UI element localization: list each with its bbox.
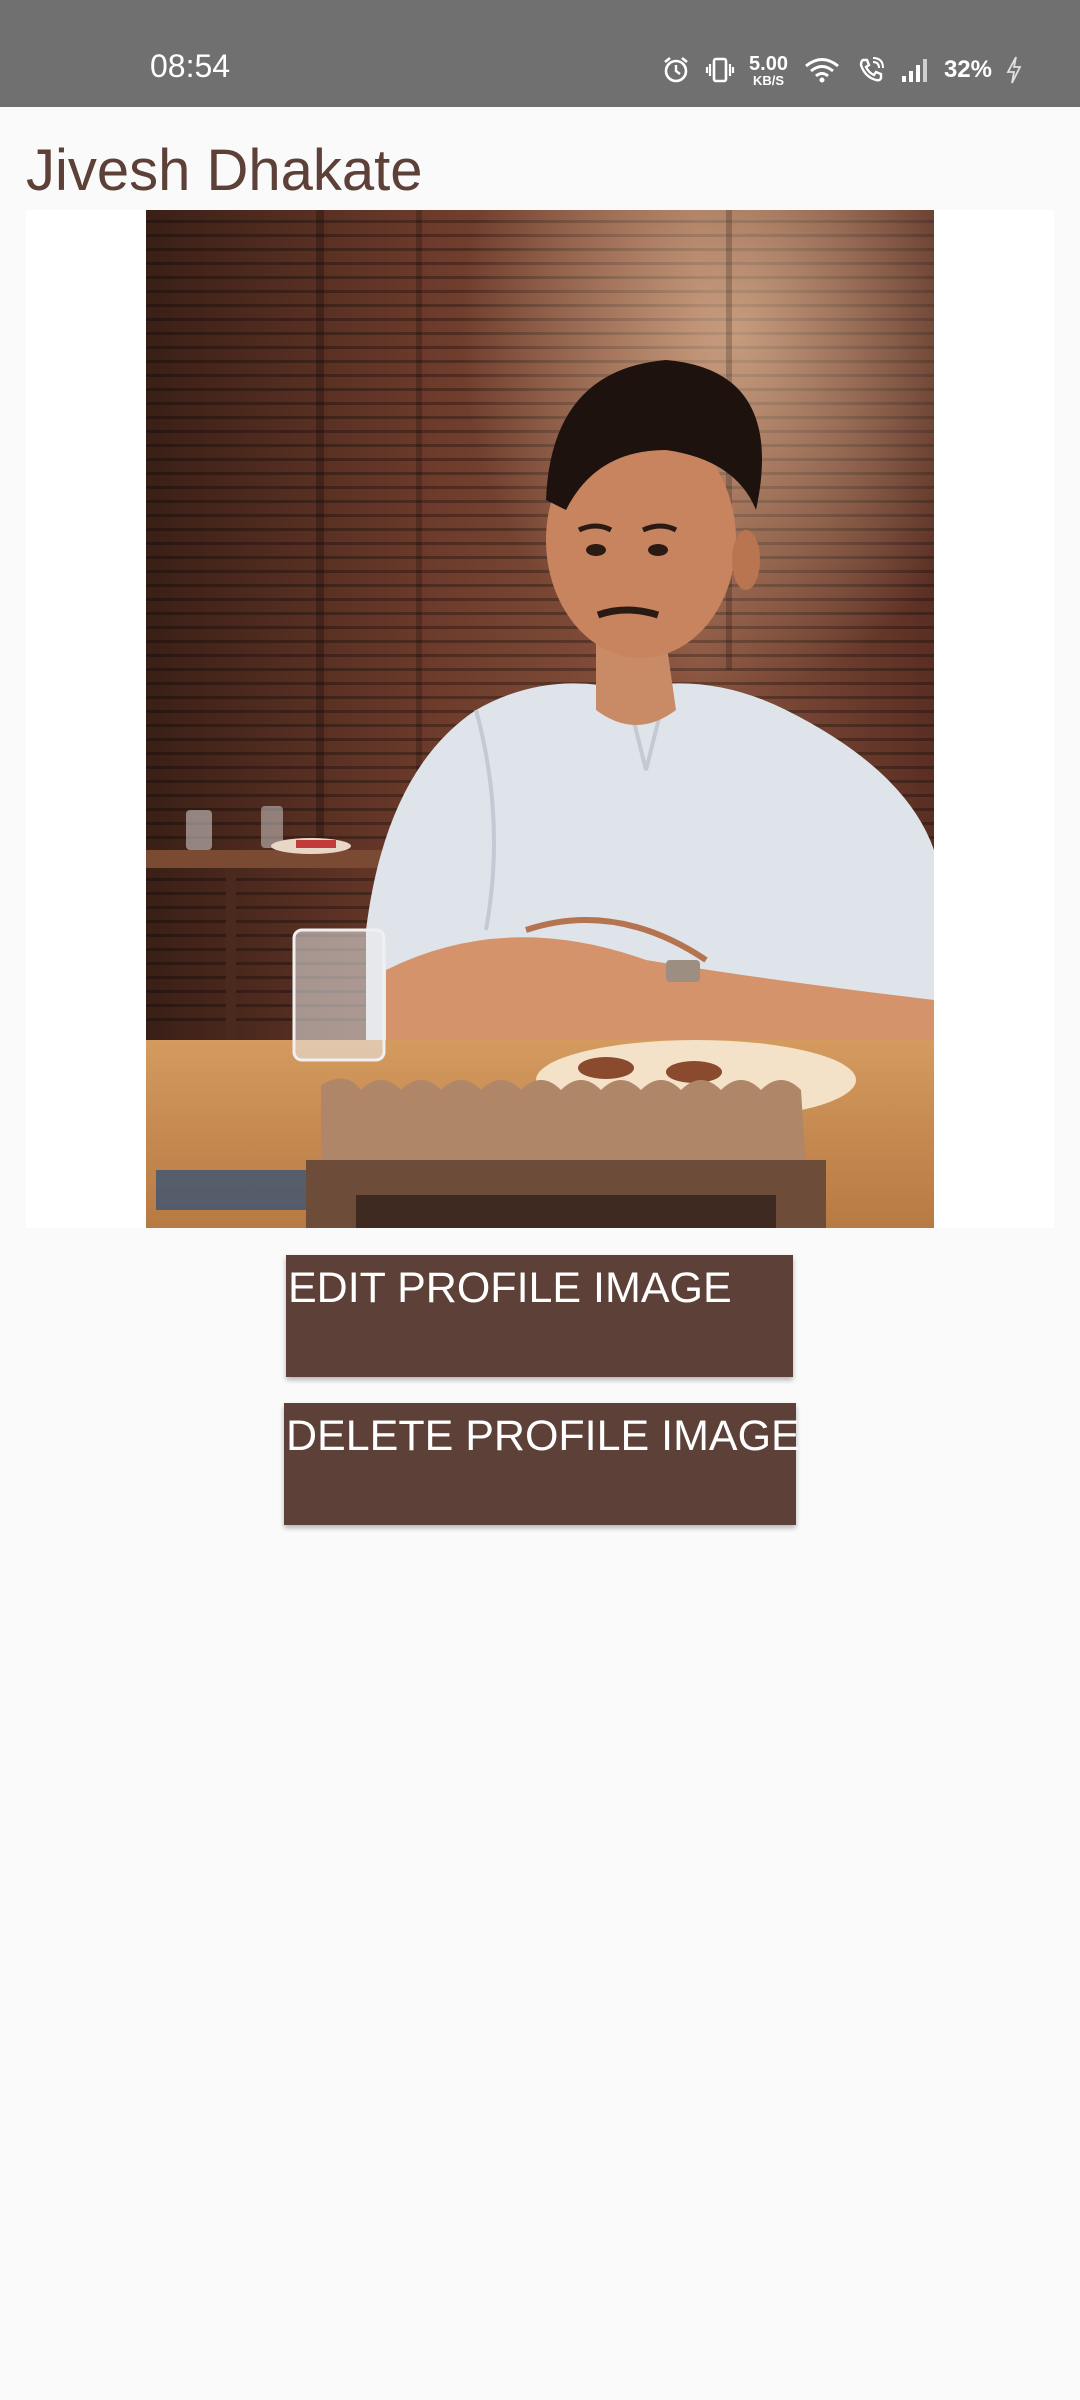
wifi-icon [802,55,842,85]
alarm-icon [661,55,691,85]
net-speed: 5.00 KB/S [749,54,788,87]
status-time: 08:54 [150,48,231,84]
edit-profile-image-label: EDIT PROFILE IMAGE [288,1264,732,1312]
wifi-calling-icon [856,55,886,85]
status-bar: 08:54 5.00 KB/S 32% [0,0,1080,107]
delete-profile-image-button[interactable]: DELETE PROFILE IMAGE [284,1403,800,1525]
charging-icon [1006,55,1022,85]
delete-profile-image-label: DELETE PROFILE IMAGE [286,1412,800,1460]
net-speed-unit: KB/S [752,72,785,88]
vibrate-icon [705,55,735,85]
profile-name: Jivesh Dhakate [26,138,423,203]
signal-icon [900,55,930,85]
profile-photo [146,210,934,1228]
net-speed-value: 5.00 [749,52,788,75]
profile-image-frame [26,210,1054,1228]
status-icons: 5.00 KB/S 32% [661,50,1022,90]
edit-profile-image-button[interactable]: EDIT PROFILE IMAGE [286,1255,793,1377]
battery-level: 32% [943,56,992,83]
